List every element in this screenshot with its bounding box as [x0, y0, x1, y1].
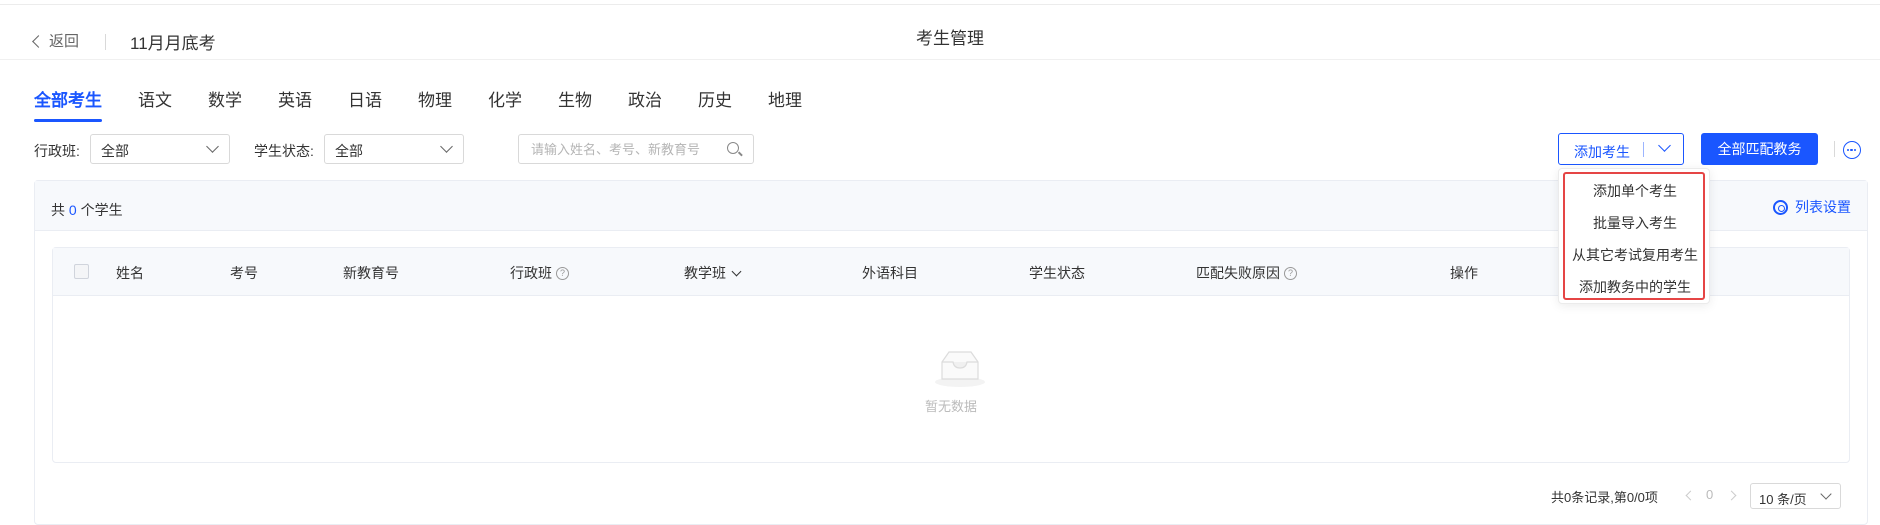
button-divider [1643, 142, 1644, 157]
class-select[interactable]: 全部 [90, 134, 230, 164]
chevron-down-icon[interactable] [731, 266, 742, 277]
tab-chinese[interactable]: 语文 [138, 70, 172, 126]
column-header-exam-number: 考号 [230, 265, 258, 281]
tab-geography[interactable]: 地理 [768, 70, 802, 126]
tab-math[interactable]: 数学 [208, 70, 242, 126]
search-icon[interactable] [727, 142, 739, 154]
menu-item-add-single[interactable]: 添加单个考生 [1559, 181, 1711, 201]
column-header-edu-number: 新教育号 [343, 265, 399, 281]
gear-icon [1773, 199, 1788, 215]
menu-item-add-from-academic[interactable]: 添加教务中的学生 [1559, 277, 1711, 297]
status-select[interactable]: 全部 [324, 134, 464, 164]
student-count: 共 0 个学生 [51, 200, 123, 220]
pagination-current[interactable]: 0 [1706, 487, 1713, 502]
chevron-left-icon[interactable] [1685, 490, 1696, 501]
count-number: 0 [68, 202, 77, 218]
page-size-select[interactable]: 10 条/页 [1750, 483, 1841, 509]
column-header-actions: 操作 [1450, 265, 1478, 281]
page-title: 考生管理 [916, 29, 984, 48]
column-header-fail-reason: 匹配失败原因? [1196, 263, 1297, 283]
tab-japanese[interactable]: 日语 [348, 70, 382, 126]
status-select-value: 全部 [335, 143, 363, 159]
column-header-name: 姓名 [116, 265, 144, 281]
tab-biology[interactable]: 生物 [558, 70, 592, 126]
status-filter-label: 学生状态: [254, 143, 314, 159]
add-student-button[interactable]: 添加考生 [1558, 133, 1684, 165]
tab-chemistry[interactable]: 化学 [488, 70, 522, 126]
more-options-icon[interactable] [1843, 141, 1861, 159]
class-filter-label: 行政班: [34, 143, 80, 159]
column-header-language: 外语科目 [862, 265, 918, 281]
menu-item-batch-import[interactable]: 批量导入考生 [1559, 213, 1711, 233]
page-size-value: 10 条/页 [1759, 492, 1807, 507]
help-icon[interactable]: ? [1284, 266, 1297, 280]
list-settings-button[interactable]: 列表设置 [1773, 197, 1851, 217]
tab-english[interactable]: 英语 [278, 70, 312, 126]
tab-all-students[interactable]: 全部考生 [34, 70, 102, 126]
column-header-status: 学生状态 [1029, 265, 1085, 281]
chevron-down-icon [206, 140, 219, 153]
count-prefix: 共 [51, 202, 65, 218]
tab-physics[interactable]: 物理 [418, 70, 452, 126]
chevron-down-icon [440, 140, 453, 153]
match-all-button[interactable]: 全部匹配教务 [1701, 133, 1818, 165]
class-select-value: 全部 [101, 143, 129, 159]
help-icon[interactable]: ? [556, 266, 569, 280]
add-student-menu: 添加单个考生 批量导入考生 从其它考试复用考生 添加教务中的学生 [1558, 168, 1710, 304]
menu-item-reuse-from-exam[interactable]: 从其它考试复用考生 [1559, 245, 1711, 265]
column-header-admin-class: 行政班? [510, 263, 569, 283]
search-input[interactable] [518, 134, 754, 164]
chevron-right-icon[interactable] [1726, 490, 1737, 501]
add-student-label: 添加考生 [1574, 144, 1630, 160]
column-header-teaching-class[interactable]: 教学班 [684, 263, 742, 283]
top-border [0, 0, 1880, 5]
subject-tabs: 全部考生 语文 数学 英语 日语 物理 化学 生物 政治 历史 地理 [34, 70, 838, 126]
list-settings-label: 列表设置 [1795, 199, 1851, 215]
chevron-down-icon[interactable] [1658, 139, 1671, 152]
page-header: 返回 11月月底考 考生管理 [0, 6, 1880, 60]
chevron-down-icon [1820, 488, 1832, 500]
empty-box-icon [935, 351, 985, 387]
tab-history[interactable]: 历史 [698, 70, 732, 126]
toolbar-divider [1834, 141, 1835, 157]
count-suffix: 个学生 [80, 202, 123, 218]
select-all-checkbox[interactable] [74, 264, 89, 279]
tab-politics[interactable]: 政治 [628, 70, 662, 126]
pagination-summary: 共0条记录,第0/0项 [1551, 490, 1658, 505]
empty-text: 暂无数据 [924, 399, 977, 414]
